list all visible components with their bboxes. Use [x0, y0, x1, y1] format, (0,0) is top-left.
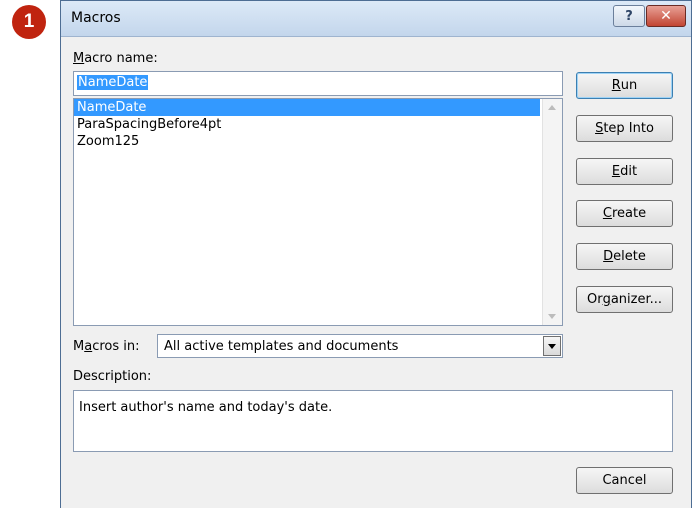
- run-button[interactable]: Run: [576, 72, 673, 99]
- close-icon: ✕: [660, 8, 672, 24]
- macro-name-input[interactable]: NameDate: [73, 71, 563, 96]
- dropdown-button[interactable]: [543, 336, 561, 356]
- chevron-down-icon: [548, 343, 556, 349]
- close-button[interactable]: ✕: [646, 5, 686, 27]
- title-bar: Macros ? ✕: [61, 1, 691, 37]
- list-scrollbar[interactable]: [542, 99, 562, 325]
- help-icon: ?: [625, 8, 633, 24]
- dialog-title: Macros: [71, 10, 121, 26]
- scroll-up-icon[interactable]: [548, 105, 556, 110]
- delete-button[interactable]: Delete: [576, 243, 673, 270]
- help-button[interactable]: ?: [613, 5, 645, 27]
- cancel-button[interactable]: Cancel: [576, 467, 673, 494]
- macro-name-value: NameDate: [77, 75, 149, 90]
- scroll-down-icon[interactable]: [548, 314, 556, 319]
- create-button[interactable]: Create: [576, 200, 673, 227]
- macro-name-label: Macro name:: [73, 51, 158, 66]
- macros-in-label: Macros in:: [73, 339, 140, 354]
- macros-in-value: All active templates and documents: [164, 339, 399, 354]
- step-into-button[interactable]: Step Into: [576, 115, 673, 142]
- macros-dialog: Macros ? ✕ Macro name: NameDate NameDate…: [60, 0, 692, 508]
- list-item[interactable]: Zoom125: [74, 133, 540, 150]
- macro-list[interactable]: NameDate ParaSpacingBefore4pt Zoom125: [73, 98, 563, 326]
- list-item[interactable]: NameDate: [74, 99, 540, 116]
- edit-button[interactable]: Edit: [576, 158, 673, 185]
- list-item[interactable]: ParaSpacingBefore4pt: [74, 116, 540, 133]
- organizer-button[interactable]: Or g anizer...: [576, 286, 673, 313]
- description-label: Description:: [73, 369, 152, 384]
- description-box: Insert author's name and today's date.: [73, 390, 673, 452]
- step-number-badge: 1: [12, 5, 46, 39]
- description-text: Insert author's name and today's date.: [79, 400, 333, 415]
- macros-in-select[interactable]: All active templates and documents: [157, 334, 563, 358]
